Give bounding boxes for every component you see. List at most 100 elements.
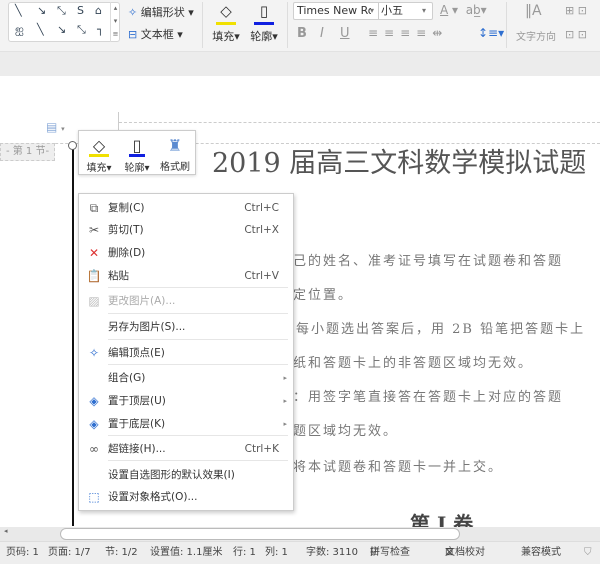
align-buttons[interactable]: ≡≡≡≡⇹ — [368, 26, 448, 40]
arrow-shape-icon[interactable]: ↘ — [37, 4, 46, 17]
compat-mode-button[interactable]: 兼容模式 — [521, 542, 561, 564]
menu-item-label: 设置对象格式(O)... — [108, 491, 198, 503]
menu-item-label: 另存为图片(S)... — [108, 321, 186, 333]
text-direction-button[interactable]: 文字方向 — [516, 28, 556, 43]
shape-gallery[interactable]: ╲ ↘ ⤡ S ⌂ ஐ ╲ ↘ ⤡ ┐ — [8, 2, 120, 42]
outline-icon: ▯ — [259, 2, 269, 20]
double-connector-icon[interactable]: ⤡ — [77, 23, 86, 37]
submenu-arrow-icon: ▸ — [283, 397, 287, 405]
menu-item[interactable]: 📋 粘贴 Ctrl+V — [79, 265, 293, 287]
menu-item-shortcut: Ctrl+K — [244, 443, 279, 455]
scribble-shape-icon[interactable]: ஐ — [15, 23, 24, 38]
ribbon-toolbar: ╲ ↘ ⤡ S ⌂ ஐ ╲ ↘ ⤡ ┐ ▴ ▾ ≡ ✧ 编辑形状 ▾ ⊟ 文本框 ▾… — [0, 0, 600, 52]
menu-item[interactable]: ✧ 编辑顶点(E) — [79, 342, 293, 364]
scissors-icon: ✂ — [88, 223, 100, 237]
menu-item-label: 设置自选图形的默认效果(I) — [108, 469, 235, 481]
menu-item[interactable]: ▨ 更改图片(A)... — [79, 290, 293, 312]
mini-outline-button[interactable]: ▯ 轮廓▾ — [119, 134, 155, 174]
status-pages[interactable]: 页面: 1/7 — [48, 542, 91, 564]
shield-icon[interactable]: ⛉ — [584, 542, 592, 564]
double-arrow-shape-icon[interactable]: ⤡ — [57, 4, 66, 18]
text-box-icon: ⊟ — [128, 28, 138, 41]
submenu-arrow-icon: ▸ — [283, 374, 287, 382]
underline-button[interactable]: U — [340, 26, 350, 41]
menu-item[interactable]: ✕ 删除(D) — [79, 242, 293, 264]
menu-item[interactable]: ✂ 剪切(T) Ctrl+X — [79, 219, 293, 241]
menu-item[interactable]: 另存为图片(S)... — [79, 316, 293, 338]
text-box-link-icon[interactable]: ⊞ ⊡ — [565, 4, 587, 17]
menu-item-label: 编辑顶点(E) — [108, 347, 165, 359]
connector-shape-icon[interactable]: ╲ — [37, 23, 44, 36]
edit-shape-button[interactable]: ✧ 编辑形状 ▾ — [128, 4, 194, 20]
font-name-select[interactable]: Times New Ro — [297, 3, 371, 19]
menu-item[interactable]: ⬚ 设置对象格式(O)... — [79, 486, 293, 508]
format-object-icon: ⬚ — [88, 490, 100, 504]
menu-item-shortcut: Ctrl+X — [244, 224, 279, 236]
line-spacing-icon[interactable]: ↕≡▾ — [478, 26, 504, 40]
doc-line: 定位置。 — [293, 288, 354, 303]
format-painter-button[interactable]: ♜ 格式刷 — [157, 134, 193, 173]
status-words[interactable]: 字数: 3110 — [306, 542, 358, 564]
menu-item[interactable]: ◈ 置于底层(K) ▸ — [79, 413, 293, 435]
menu-item-label: 组合(G) — [108, 372, 146, 384]
status-section[interactable]: 节: 1/2 — [105, 542, 138, 564]
bring-front-icon: ◈ — [89, 394, 99, 408]
menu-item-label: 删除(D) — [108, 247, 146, 259]
menu-item-shortcut: Ctrl+V — [244, 270, 279, 282]
send-back-icon: ◈ — [89, 417, 99, 431]
horizontal-scrollbar[interactable]: ◂ — [0, 527, 600, 541]
delete-x-icon: ✕ — [88, 246, 100, 260]
scrollbar-thumb[interactable] — [60, 528, 460, 540]
menu-item-label: 更改图片(A)... — [108, 295, 176, 307]
text-box-button[interactable]: ⊟ 文本框 ▾ — [128, 26, 183, 42]
curve-shape-icon[interactable]: S — [77, 4, 84, 17]
status-setting[interactable]: 设置值: 1.1厘米 — [150, 542, 222, 564]
highlight-icon[interactable]: ab̲ — [466, 3, 481, 17]
change-picture-icon: ▨ — [88, 294, 100, 308]
arrow-connector-icon[interactable]: ↘ — [57, 23, 66, 36]
page-layout-icon[interactable]: ▤ ▾ — [46, 120, 65, 134]
paste-icon: 📋 — [86, 269, 102, 283]
font-controls: Times New Ro ▾ 小五 ▾ — [293, 2, 433, 20]
text-box-align-icon[interactable]: ⊡ ⊡ — [565, 28, 587, 41]
italic-button[interactable]: I — [320, 26, 324, 41]
menu-item-shortcut: Ctrl+C — [244, 202, 279, 214]
menu-separator — [108, 435, 288, 436]
line-shape-icon[interactable]: ╲ — [15, 4, 22, 17]
mini-toolbar: ◇ 填充▾ ▯ 轮廓▾ ♜ 格式刷 — [78, 130, 196, 175]
doc-line: 将本试题卷和答题卡一并上交。 — [293, 460, 504, 475]
status-row[interactable]: 行: 1 — [233, 542, 256, 564]
doc-line: 题区域均无效。 — [293, 424, 399, 439]
bold-button[interactable]: B — [297, 26, 307, 41]
text-direction-icon: ‖A — [525, 3, 542, 19]
menu-item-label: 置于顶层(U) — [108, 395, 166, 407]
status-page-code[interactable]: 页码: 1 — [6, 542, 39, 564]
selected-line-shape[interactable] — [72, 146, 74, 526]
doc-line: 己的姓名、准考证号填写在试题卷和答题 — [293, 254, 564, 269]
freeform-shape-icon[interactable]: ⌂ — [95, 4, 102, 17]
menu-item[interactable]: ⧉ 复制(C) Ctrl+C — [79, 197, 293, 219]
menu-item[interactable]: 组合(G) ▸ — [79, 367, 293, 389]
font-color-button[interactable]: A ▾ ab̲▾ — [440, 3, 487, 17]
status-col[interactable]: 列: 1 — [265, 542, 288, 564]
mini-fill-button[interactable]: ◇ 填充▾ — [81, 134, 117, 174]
outline-button[interactable]: ▯ 轮廓▾ — [246, 2, 282, 44]
elbow-connector-icon[interactable]: ┐ — [97, 23, 104, 36]
fill-bucket-icon: ◇ — [220, 2, 232, 20]
shape-handle[interactable] — [68, 141, 77, 150]
gallery-scroll[interactable]: ▴ ▾ ≡ — [110, 2, 120, 42]
menu-item[interactable]: 设置自选图形的默认效果(I) — [79, 464, 293, 486]
doc-line: ：用签字笔直接答在答题卡上对应的答题 — [293, 390, 564, 405]
menu-separator — [108, 364, 288, 365]
menu-item-label: 置于底层(K) — [108, 418, 166, 430]
menu-item[interactable]: ◈ 置于顶层(U) ▸ — [79, 390, 293, 412]
context-menu: ⧉ 复制(C) Ctrl+C ✂ 剪切(T) Ctrl+X ✕ 删除(D) 📋 粘贴 Ctrl+V ▨… — [78, 193, 294, 511]
menu-item-label: 复制(C) — [108, 202, 145, 214]
brush-icon: ♜ — [167, 136, 183, 155]
copy-icon: ⧉ — [89, 201, 99, 215]
menu-item[interactable]: ∞ 超链接(H)... Ctrl+K — [79, 438, 293, 460]
fill-button[interactable]: ◇ 填充▾ — [210, 2, 242, 44]
edit-points-icon: ✧ — [88, 346, 100, 360]
menu-separator — [108, 313, 288, 314]
menu-separator — [108, 287, 288, 288]
